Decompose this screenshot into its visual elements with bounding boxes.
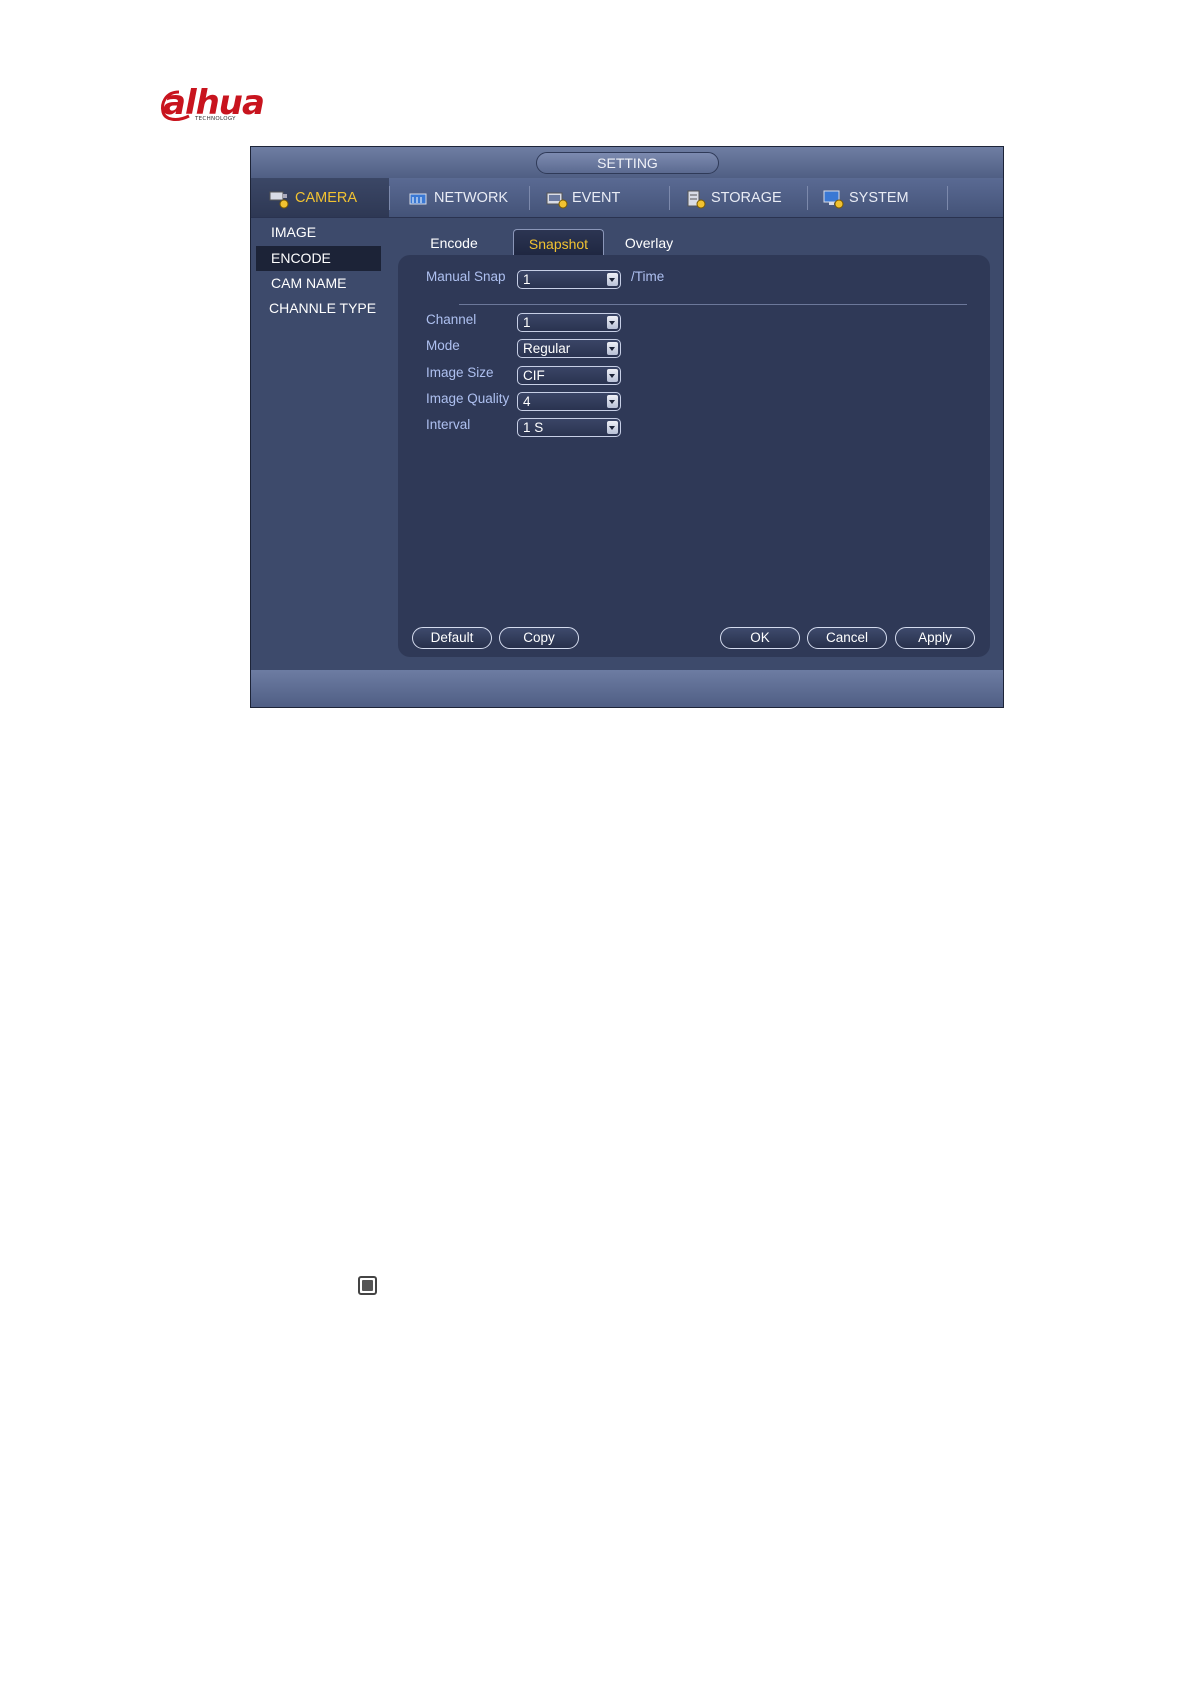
event-icon — [546, 189, 568, 208]
image-size-select[interactable]: CIF — [517, 366, 621, 385]
nav-event[interactable]: EVENT — [546, 178, 620, 217]
nav-camera-label: CAMERA — [295, 189, 358, 206]
manual-snap-suffix: /Time — [631, 269, 665, 284]
top-navigation: CAMERA NETWORK EVENT STORAGE SYSTEM — [251, 178, 1003, 218]
nav-separator — [389, 186, 390, 210]
snapshot-panel — [398, 255, 990, 657]
nav-network[interactable]: NETWORK — [408, 178, 508, 217]
dahua-logo: alhua TECHNOLOGY — [161, 84, 283, 128]
system-icon — [823, 189, 845, 208]
nav-system-label: SYSTEM — [849, 189, 909, 206]
interval-select[interactable]: 1 S — [517, 418, 621, 437]
cancel-button[interactable]: Cancel — [807, 627, 887, 649]
tab-encode[interactable]: Encode — [410, 229, 498, 257]
channel-select[interactable]: 1 — [517, 313, 621, 332]
nav-separator — [947, 186, 948, 210]
default-button[interactable]: Default — [412, 627, 492, 649]
tab-overlay[interactable]: Overlay — [605, 229, 693, 257]
image-quality-label: Image Quality — [426, 391, 510, 406]
chevron-down-icon — [607, 421, 618, 434]
tab-snapshot[interactable]: Snapshot — [513, 229, 604, 257]
checkbox-icon — [358, 1276, 377, 1295]
nav-separator — [669, 186, 670, 210]
nav-network-label: NETWORK — [434, 189, 509, 206]
storage-icon — [685, 189, 707, 208]
copy-button[interactable]: Copy — [499, 627, 579, 649]
image-size-label: Image Size — [426, 365, 494, 380]
image-quality-select[interactable]: 4 — [517, 392, 621, 411]
apply-button[interactable]: Apply — [895, 627, 975, 649]
network-icon — [408, 189, 430, 207]
sidebar-item-channle-type[interactable]: CHANNLE TYPE — [256, 296, 381, 321]
sidebar-item-encode[interactable]: ENCODE — [256, 246, 381, 271]
footer-bar — [251, 670, 1003, 707]
sidebar-item-cam-name[interactable]: CAM NAME — [256, 271, 381, 296]
chevron-down-icon — [607, 395, 618, 408]
nav-separator — [529, 186, 530, 210]
interval-value: 1 S — [523, 420, 544, 435]
nav-separator — [807, 186, 808, 210]
camera-settings-icon — [269, 189, 291, 208]
sidebar-item-image[interactable]: IMAGE — [256, 220, 381, 245]
mode-select[interactable]: Regular — [517, 339, 621, 358]
image-quality-value: 4 — [523, 394, 531, 409]
window-title: SETTING — [536, 152, 719, 174]
title-bar: SETTING — [251, 147, 1003, 178]
settings-window: SETTING CAMERA NETWORK EVENT STORAGE SYS… — [250, 146, 1004, 708]
channel-value: 1 — [523, 315, 531, 330]
chevron-down-icon — [607, 316, 618, 329]
chevron-down-icon — [607, 273, 618, 286]
chevron-down-icon — [607, 369, 618, 382]
section-divider — [459, 304, 967, 305]
logo-tagline: TECHNOLOGY — [195, 116, 236, 122]
nav-system[interactable]: SYSTEM — [823, 178, 909, 217]
nav-storage[interactable]: STORAGE — [685, 178, 782, 217]
image-size-value: CIF — [523, 368, 545, 383]
mode-label: Mode — [426, 338, 460, 353]
mode-value: Regular — [523, 341, 571, 356]
interval-label: Interval — [426, 417, 471, 432]
checkbox-fill — [362, 1280, 373, 1291]
manual-snap-value: 1 — [523, 272, 531, 287]
nav-event-label: EVENT — [572, 189, 621, 206]
nav-camera[interactable]: CAMERA — [251, 178, 389, 217]
ok-button[interactable]: OK — [720, 627, 800, 649]
chevron-down-icon — [607, 342, 618, 355]
manual-snap-select[interactable]: 1 — [517, 270, 621, 289]
channel-label: Channel — [426, 312, 477, 327]
manual-snap-label: Manual Snap — [426, 269, 506, 284]
nav-storage-label: STORAGE — [711, 189, 782, 206]
